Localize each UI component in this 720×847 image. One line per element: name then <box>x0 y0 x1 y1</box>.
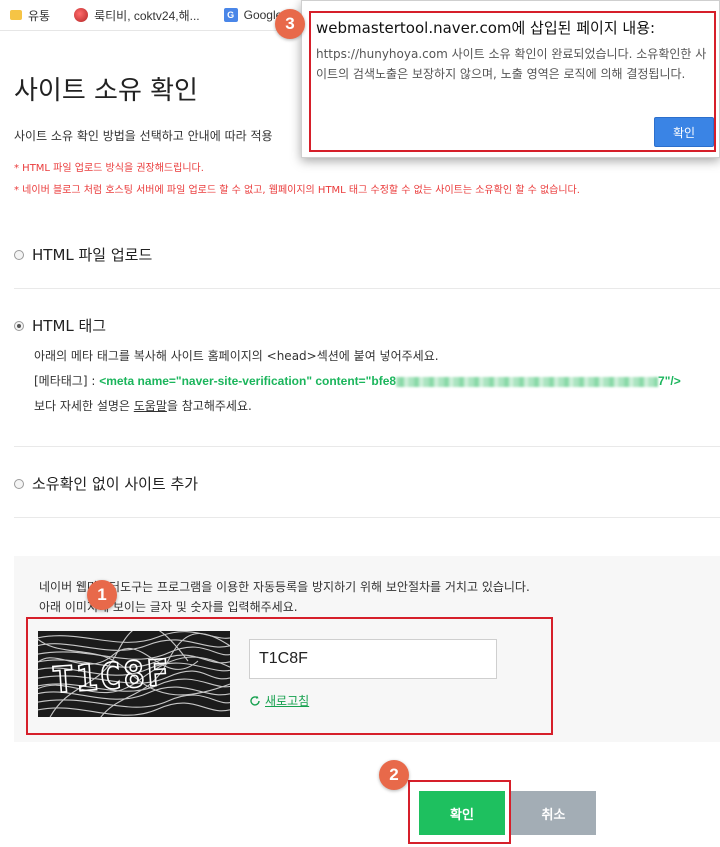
meta-instruction: 아래의 메타 태그를 복사해 사이트 홈페이지의 <head>섹션에 붙여 넣어… <box>34 349 439 363</box>
radio-button[interactable] <box>14 478 24 489</box>
option-label: HTML 태그 <box>32 317 107 335</box>
option-label: 소유확인 없이 사이트 추가 <box>32 475 199 493</box>
bookmark-item[interactable]: G Google <box>223 8 282 22</box>
site-icon <box>74 8 89 22</box>
divider <box>14 446 720 447</box>
meta-tag-line[interactable]: [메타태그] : <meta name="naver-site-verifica… <box>34 372 681 389</box>
refresh-icon <box>250 695 260 706</box>
dialog-message: https://hunyhoya.com 사이트 소유 확인이 완료되었습니다.… <box>316 47 707 81</box>
annotation-badge-3: 3 <box>275 9 305 39</box>
meta-tag-suffix: 7"/> <box>658 374 681 388</box>
help-text: 보다 자세한 설명은 <box>34 399 134 413</box>
radio-button[interactable] <box>14 249 24 260</box>
redacted-token <box>396 376 659 387</box>
captcha-image: T1C8F <box>38 631 230 717</box>
restriction-note: * 네이버 블로그 처럼 호스팅 서버에 파일 업로드 할 수 없고, 웹페이지… <box>14 185 580 196</box>
help-line: 보다 자세한 설명은 도움말을 참고해주세요. <box>34 397 252 414</box>
page-description: 사이트 소유 확인 방법을 선택하고 안내에 따라 적용 <box>14 129 273 143</box>
option-no-verification[interactable]: 소유확인 없이 사이트 추가 <box>14 473 198 494</box>
bookmark-label: 유통 <box>28 8 51 23</box>
folder-icon <box>10 10 22 20</box>
option-html-file-upload[interactable]: HTML 파일 업로드 <box>14 244 152 265</box>
help-text: 을 참고해주세요. <box>166 399 252 413</box>
captcha-noise: T1C8F <box>38 631 230 717</box>
meta-tag-prefix: <meta name="naver-site-verification" con… <box>99 374 397 388</box>
refresh-captcha-link[interactable]: 새로고침 <box>249 692 309 709</box>
alert-dialog: webmastertool.naver.com에 삽입된 페이지 내용: htt… <box>301 0 720 158</box>
dialog-title: webmastertool.naver.com에 삽입된 페이지 내용: <box>316 19 656 37</box>
google-translate-icon: G <box>223 8 238 22</box>
bookmark-item[interactable]: 유통 <box>10 7 50 24</box>
bookmark-label: 룩티비, coktv24,해... <box>94 8 200 23</box>
annotation-badge-1: 1 <box>87 580 117 610</box>
help-link[interactable]: 도움말 <box>134 399 167 413</box>
bookmark-item[interactable]: 룩티비, coktv24,해... <box>74 7 200 24</box>
divider <box>14 288 720 289</box>
cancel-button[interactable]: 취소 <box>511 791 596 835</box>
meta-tag-label: [메타태그] : <box>34 374 100 388</box>
divider <box>14 517 720 518</box>
radio-button-selected[interactable] <box>14 320 24 331</box>
confirm-button[interactable]: 확인 <box>419 791 505 835</box>
dialog-ok-button[interactable]: 확인 <box>654 117 714 147</box>
page-title: 사이트 소유 확인 <box>14 76 198 106</box>
captcha-instruction: 아래 이미지에 보이는 글자 및 숫자를 입력해주세요. <box>39 600 298 614</box>
option-html-tag[interactable]: HTML 태그 <box>14 315 106 336</box>
meta-tag-code[interactable]: <meta name="naver-site-verification" con… <box>99 374 681 388</box>
recommendation-note: * HTML 파일 업로드 방식을 권장해드립니다. <box>14 163 204 174</box>
captcha-glyphs: T1C8F <box>51 653 172 702</box>
refresh-label: 새로고침 <box>265 694 310 708</box>
annotation-badge-2: 2 <box>379 760 409 790</box>
captcha-input[interactable] <box>249 639 497 679</box>
option-label: HTML 파일 업로드 <box>32 246 153 264</box>
